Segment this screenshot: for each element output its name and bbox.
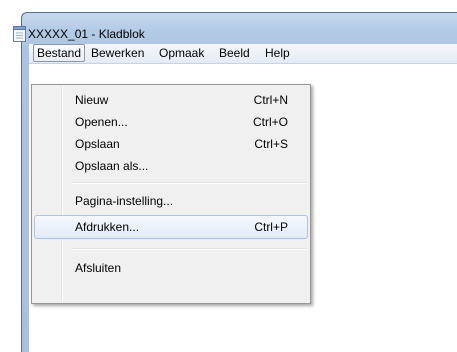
- menu-item-shortcut: Ctrl+O: [252, 115, 288, 129]
- menu-item-opslaan[interactable]: Opslaan Ctrl+S: [34, 133, 308, 155]
- menu-bestand[interactable]: Bestand: [33, 44, 86, 62]
- menu-separator: [72, 248, 306, 250]
- menu-item-openen[interactable]: Openen... Ctrl+O: [34, 111, 308, 133]
- menu-item-label: Pagina-instelling...: [75, 194, 174, 208]
- menu-item-shortcut: Ctrl+P: [254, 220, 288, 234]
- menu-item-label: Nieuw: [75, 93, 109, 107]
- menu-bewerken[interactable]: Bewerken: [88, 45, 147, 61]
- menu-help[interactable]: Help: [262, 45, 293, 61]
- menu-item-nieuw[interactable]: Nieuw Ctrl+N: [34, 89, 308, 111]
- file-menu-dropdown: Nieuw Ctrl+N Openen... Ctrl+O Opslaan Ct…: [31, 84, 311, 304]
- menu-opmaak[interactable]: Opmaak: [156, 45, 207, 61]
- menu-item-shortcut: Ctrl+S: [254, 137, 288, 151]
- notepad-icon: [13, 26, 26, 42]
- menu-beeld[interactable]: Beeld: [216, 45, 253, 61]
- menu-item-label: Openen...: [75, 115, 128, 129]
- menu-item-shortcut: Ctrl+N: [253, 93, 288, 107]
- menu-item-label: Opslaan: [75, 137, 120, 151]
- menu-item-afdrukken[interactable]: Afdrukken... Ctrl+P: [34, 215, 308, 239]
- menu-item-opslaan-als[interactable]: Opslaan als...: [34, 155, 308, 177]
- menu-item-label: Afsluiten: [75, 261, 122, 275]
- menu-item-label: Afdrukken...: [75, 220, 140, 234]
- menu-item-label: Opslaan als...: [75, 159, 149, 173]
- menu-item-pagina-instelling[interactable]: Pagina-instelling...: [34, 190, 308, 212]
- window-title: XXXXX_01 - Kladblok: [28, 27, 145, 41]
- menu-separator: [72, 182, 306, 184]
- menu-bar: Bestand Bewerken Opmaak Beeld Help: [29, 44, 457, 64]
- menu-item-afsluiten[interactable]: Afsluiten: [34, 257, 308, 279]
